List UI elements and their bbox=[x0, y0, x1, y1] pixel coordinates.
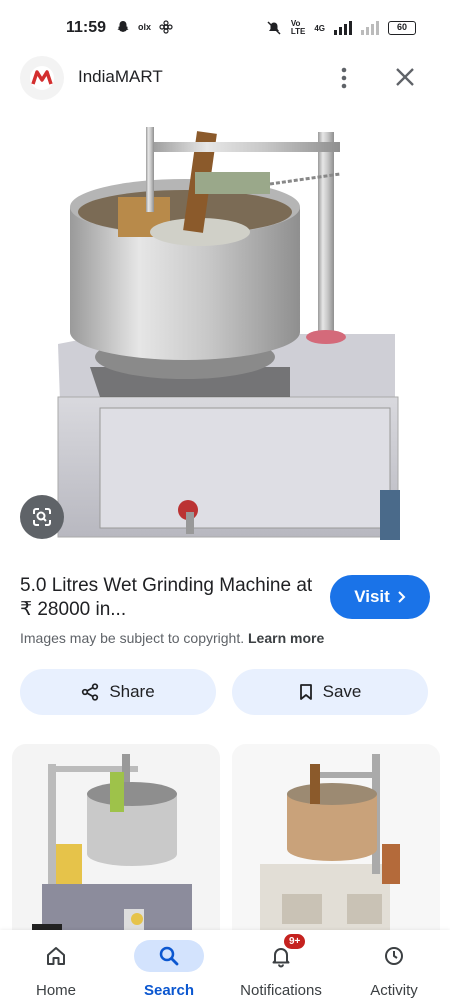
google-lens-button[interactable] bbox=[20, 495, 64, 539]
nav-activity[interactable]: Activity bbox=[358, 930, 430, 1000]
nav-search[interactable]: Search bbox=[130, 930, 208, 1000]
home-icon bbox=[47, 947, 65, 965]
save-label: Save bbox=[322, 682, 362, 701]
search-icon-wrap bbox=[134, 940, 204, 972]
volte-icon: Vo LTE bbox=[290, 19, 306, 36]
site-logo bbox=[20, 56, 64, 100]
product-image[interactable] bbox=[0, 112, 450, 562]
indiamart-logo-icon bbox=[30, 66, 54, 90]
bottom-navigation: Home Search 9+ Notifications Activity bbox=[0, 930, 450, 1000]
share-icon bbox=[82, 683, 99, 701]
nav-activity-label: Activity bbox=[370, 982, 418, 999]
status-right-icons: Vo LTE 4G 60 bbox=[266, 20, 416, 36]
activity-icon-wrap bbox=[359, 940, 429, 972]
nav-home-label: Home bbox=[35, 982, 76, 999]
notification-badge: 9+ bbox=[284, 934, 306, 949]
more-options-icon[interactable] bbox=[330, 64, 358, 92]
signal-icon bbox=[334, 21, 352, 35]
learn-more-link[interactable]: Learn more bbox=[248, 630, 324, 646]
grinder-thumbnail-2 bbox=[232, 744, 440, 944]
related-image-2[interactable] bbox=[232, 744, 440, 944]
site-name: IndiaMART bbox=[78, 67, 163, 86]
nav-home[interactable]: Home bbox=[20, 930, 92, 1000]
battery-icon: 60 bbox=[388, 21, 416, 35]
status-bar: 11:59 olx Vo LTE 4G 60 bbox=[0, 0, 450, 56]
close-icon[interactable] bbox=[390, 62, 420, 92]
copyright-text: Images may be subject to copyright. bbox=[20, 630, 245, 646]
save-button[interactable]: Save bbox=[232, 669, 428, 715]
nav-notifications-label: Notifications bbox=[240, 982, 322, 999]
lens-icon bbox=[33, 508, 51, 526]
related-image-1[interactable] bbox=[12, 744, 220, 944]
visit-button[interactable]: Visit bbox=[330, 575, 430, 619]
activity-icon bbox=[385, 947, 403, 965]
mute-icon bbox=[267, 21, 281, 35]
network-label: 4G bbox=[314, 23, 325, 33]
share-button[interactable]: Share bbox=[20, 669, 216, 715]
wet-grinder-illustration bbox=[57, 127, 400, 540]
bell-icon-wrap: 9+ bbox=[246, 934, 316, 972]
status-time: 11:59 bbox=[66, 19, 107, 36]
chevron-right-icon bbox=[398, 591, 406, 603]
result-title[interactable]: 5.0 Litres Wet Grinding Machine at ₹ 280… bbox=[20, 574, 320, 622]
fan-icon bbox=[159, 20, 173, 34]
visit-label: Visit bbox=[354, 587, 390, 606]
nav-notifications[interactable]: 9+ Notifications bbox=[230, 930, 332, 1000]
nav-search-label: Search bbox=[143, 982, 195, 999]
olx-status-icon: olx bbox=[138, 22, 152, 32]
signal-2-icon bbox=[361, 21, 379, 35]
status-left-icons: olx bbox=[116, 20, 173, 34]
bookmark-icon bbox=[299, 684, 312, 700]
snapchat-icon bbox=[117, 21, 129, 32]
search-icon bbox=[159, 946, 179, 966]
grinder-thumbnail-1 bbox=[12, 744, 220, 944]
home-icon-wrap bbox=[21, 940, 91, 972]
header: IndiaMART bbox=[0, 56, 450, 100]
copyright-notice: Images may be subject to copyright. Lear… bbox=[20, 630, 324, 646]
share-label: Share bbox=[109, 682, 155, 701]
